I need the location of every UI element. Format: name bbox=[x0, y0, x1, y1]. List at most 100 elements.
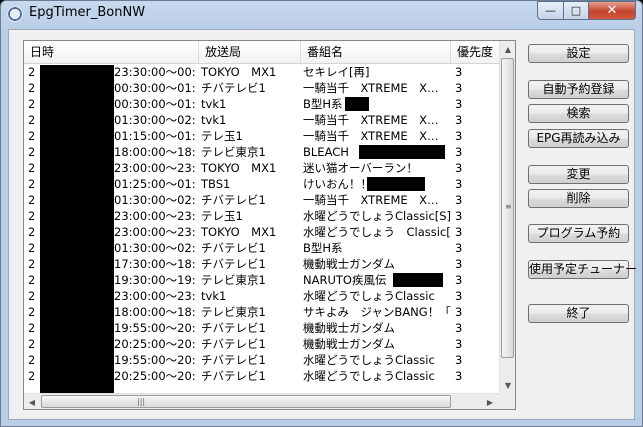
station-cell: tvk1 bbox=[201, 289, 227, 303]
program-title: けいおん！！ bbox=[303, 177, 372, 191]
priority-cell: 3 bbox=[455, 241, 463, 255]
priority-cell: 3 bbox=[455, 337, 463, 351]
program-title: B型H系 bbox=[303, 241, 343, 255]
reservation-list[interactable]: 日時 放送局 番組名 優先度 2 23:30:00～00:0… TOKYO MX1 セ… bbox=[23, 40, 516, 410]
change-button[interactable]: 変更 bbox=[528, 165, 629, 184]
station-cell: テレビ東京1 bbox=[201, 273, 266, 287]
program-cell: 水曜どうでしょうClassic bbox=[301, 352, 451, 368]
scroll-up-icon[interactable]: ▲ bbox=[500, 41, 515, 57]
priority-cell: 3 bbox=[455, 257, 463, 271]
program-cell: B型H系 bbox=[301, 96, 451, 112]
time-range: 01:30:00～02:0… bbox=[114, 193, 196, 207]
station-cell: チバテレビ1 bbox=[201, 81, 266, 95]
minimize-button[interactable]: — bbox=[537, 1, 564, 20]
program-cell: NARUTO疾風伝 bbox=[301, 272, 451, 288]
delete-button[interactable]: 削除 bbox=[528, 189, 629, 208]
date-prefix: 2 bbox=[28, 305, 36, 319]
list-header: 日時 放送局 番組名 優先度 bbox=[24, 41, 499, 64]
program-title: 水曜どうでしょうClassic[S] bbox=[303, 209, 451, 223]
priority-cell: 3 bbox=[455, 113, 463, 127]
program-cell: 機動戦士ガンダム bbox=[301, 320, 451, 336]
date-prefix: 2 bbox=[28, 177, 36, 191]
program-reserve-button[interactable]: プログラム予約 bbox=[528, 224, 629, 243]
scroll-left-icon[interactable]: ◀ bbox=[24, 394, 40, 409]
date-prefix: 2 bbox=[28, 113, 36, 127]
program-cell: 一騎当千 XTREME X… bbox=[301, 112, 451, 128]
maximize-button[interactable]: □ bbox=[563, 1, 589, 20]
program-cell: BLEACH bbox=[301, 144, 451, 160]
date-prefix: 2 bbox=[28, 65, 36, 79]
program-cell: 水曜どうでしょうClassic[S] bbox=[301, 208, 451, 224]
settings-button[interactable]: 設定 bbox=[528, 44, 629, 63]
program-title: 水曜どうでしょう Classic[… bbox=[303, 225, 451, 239]
date-prefix: 2 bbox=[28, 97, 36, 111]
close-button[interactable]: ✕ bbox=[588, 1, 636, 20]
station-cell: チバテレビ1 bbox=[201, 241, 266, 255]
column-header-station[interactable]: 放送局 bbox=[199, 41, 301, 63]
program-title: 一騎当千 XTREME X… bbox=[303, 113, 439, 127]
priority-cell: 3 bbox=[455, 209, 463, 223]
time-range: 20:25:00～20:5… bbox=[114, 337, 196, 351]
date-prefix: 2 bbox=[28, 161, 36, 175]
time-range: 01:30:00～02:0… bbox=[114, 241, 196, 255]
station-cell: テレ玉1 bbox=[201, 129, 243, 143]
time-range: 20:25:00～20:5… bbox=[114, 369, 196, 383]
title-bar[interactable]: EpgTimer_BonNW — □ ✕ bbox=[1, 1, 642, 29]
priority-cell: 3 bbox=[455, 177, 463, 191]
epg-reload-button[interactable]: EPG再読み込み bbox=[528, 129, 629, 148]
tuner-schedule-button[interactable]: 使用予定チューナー bbox=[528, 260, 637, 279]
program-cell: けいおん！！ bbox=[301, 176, 451, 192]
program-title: 一騎当千 XTREME X… bbox=[303, 129, 439, 143]
redaction-block bbox=[393, 273, 443, 287]
horizontal-scrollbar[interactable]: ◀ ||| ▶ bbox=[24, 393, 499, 409]
time-range: 01:15:00～01:4… bbox=[114, 129, 196, 143]
program-title: 迷い猫オーバーラン！ bbox=[303, 161, 418, 175]
date-prefix: 2 bbox=[28, 289, 36, 303]
time-range: 01:30:00～02:0… bbox=[114, 113, 196, 127]
scroll-right-icon[interactable]: ▶ bbox=[482, 394, 498, 409]
program-cell: セキレイ[再] bbox=[301, 64, 451, 80]
exit-button[interactable]: 終了 bbox=[528, 304, 629, 323]
station-cell: テレビ東京1 bbox=[201, 145, 266, 159]
date-prefix: 2 bbox=[28, 145, 36, 159]
scroll-down-icon[interactable]: ▼ bbox=[500, 377, 515, 393]
program-title: 水曜どうでしょうClassic bbox=[303, 289, 435, 303]
column-header-priority[interactable]: 優先度 bbox=[451, 41, 499, 63]
program-cell: 機動戦士ガンダム bbox=[301, 256, 451, 272]
date-prefix: 2 bbox=[28, 337, 36, 351]
date-prefix: 2 bbox=[28, 193, 36, 207]
station-cell: チバテレビ1 bbox=[201, 193, 266, 207]
grip-icon: ≡ bbox=[505, 202, 512, 211]
horizontal-scroll-thumb[interactable]: ||| bbox=[41, 395, 451, 408]
time-range: 23:00:00～23:3… bbox=[114, 209, 196, 223]
program-cell: 一騎当千 XTREME X… bbox=[301, 128, 451, 144]
date-prefix: 2 bbox=[28, 257, 36, 271]
time-range: 19:30:00～19:5… bbox=[114, 273, 196, 287]
window-title: EpgTimer_BonNW bbox=[29, 5, 146, 20]
app-window: EpgTimer_BonNW — □ ✕ 日時 放送局 番組名 優先度 2 23:… bbox=[0, 0, 643, 427]
date-prefix: 2 bbox=[28, 81, 36, 95]
column-header-date[interactable]: 日時 bbox=[24, 41, 199, 63]
client-area: 日時 放送局 番組名 優先度 2 23:30:00～00:0… TOKYO MX1 セ… bbox=[8, 29, 637, 420]
search-button[interactable]: 検索 bbox=[528, 104, 629, 123]
station-cell: TBS1 bbox=[201, 177, 231, 191]
time-range: 18:00:00～18:3… bbox=[114, 145, 196, 159]
redaction-block bbox=[345, 97, 369, 111]
date-prefix: 2 bbox=[28, 273, 36, 287]
vertical-scrollbar[interactable]: ▲ ≡ ▼ bbox=[499, 41, 515, 393]
grip-icon: ||| bbox=[137, 397, 146, 406]
station-cell: チバテレビ1 bbox=[201, 321, 266, 335]
station-cell: TOKYO MX1 bbox=[201, 65, 277, 79]
time-range: 18:00:00～18:3… bbox=[114, 305, 196, 319]
date-prefix: 2 bbox=[28, 225, 36, 239]
redaction-block bbox=[367, 177, 425, 191]
time-range: 17:30:00～18:0… bbox=[114, 257, 196, 271]
program-cell: 迷い猫オーバーラン！ bbox=[301, 160, 451, 176]
column-header-program[interactable]: 番組名 bbox=[301, 41, 451, 63]
priority-cell: 3 bbox=[455, 161, 463, 175]
auto-reserve-button[interactable]: 自動予約登録 bbox=[528, 80, 629, 99]
priority-cell: 3 bbox=[455, 289, 463, 303]
program-cell: 機動戦士ガンダム bbox=[301, 336, 451, 352]
time-range: 01:25:00～01:5… bbox=[114, 177, 196, 191]
vertical-scroll-thumb[interactable]: ≡ bbox=[501, 58, 514, 358]
